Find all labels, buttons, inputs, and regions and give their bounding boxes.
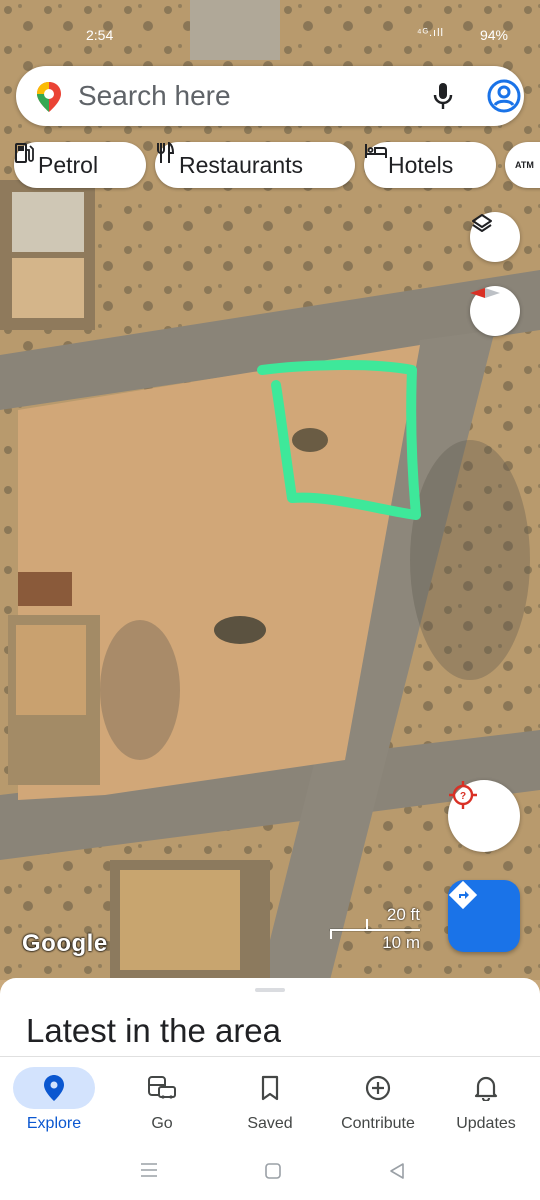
nav-label: Saved (247, 1115, 293, 1132)
svg-text:?: ? (460, 791, 466, 802)
signal-indicator: ⁴ᴳ.ıll (416, 27, 444, 39)
compass-button[interactable] (470, 286, 520, 336)
nav-saved[interactable]: Saved (216, 1057, 324, 1141)
my-location-button[interactable]: ? (448, 780, 520, 852)
nav-contribute[interactable]: Contribute (324, 1057, 432, 1141)
chip-hotels[interactable]: Hotels (364, 142, 496, 188)
nav-explore[interactable]: Explore (0, 1057, 108, 1141)
chip-label: Hotels (388, 151, 454, 178)
atm-icon: ATM (515, 160, 534, 170)
status-bar: 2:54 ⁴ᴳ.ıll 94% (0, 0, 540, 50)
nav-go[interactable]: Go (108, 1057, 216, 1141)
map-scale: 20 ft 10 m (330, 905, 422, 953)
back-icon[interactable] (388, 1162, 406, 1185)
scale-line (330, 929, 420, 931)
nav-updates[interactable]: Updates (432, 1057, 540, 1141)
chip-label: Restaurants (179, 151, 304, 178)
scale-meters: 10 m (382, 933, 420, 952)
commute-icon (108, 1075, 216, 1101)
search-bar[interactable]: Search here (16, 66, 524, 126)
bookmark-icon (216, 1075, 324, 1101)
system-navigation-bar (0, 1140, 540, 1200)
scale-tick (330, 929, 332, 939)
nav-label: Updates (456, 1115, 516, 1132)
chip-restaurants[interactable]: Restaurants (155, 142, 355, 188)
sheet-title: Latest in the area (26, 1012, 282, 1049)
battery-level: 94% (479, 27, 508, 43)
bell-icon (432, 1075, 540, 1101)
satellite-map[interactable]: 2:54 ⁴ᴳ.ıll 94% Search here Petrol Resta… (0, 0, 540, 980)
add-circle-icon (324, 1075, 432, 1101)
layers-button[interactable] (470, 212, 520, 262)
nav-label: Go (151, 1115, 173, 1132)
sheet-drag-handle[interactable] (255, 988, 285, 992)
scale-feet: 20 ft (386, 905, 420, 924)
bottom-sheet[interactable]: Latest in the area (0, 978, 540, 1058)
chip-petrol[interactable]: Petrol (14, 142, 146, 188)
nav-label: Contribute (341, 1115, 415, 1132)
search-placeholder[interactable]: Search here (78, 80, 231, 112)
chip-label: Petrol (38, 151, 99, 178)
scale-tick (366, 919, 368, 929)
recent-apps-icon[interactable] (140, 1162, 158, 1183)
bottom-navigation: Explore Go Saved Contribute Updates (0, 1056, 540, 1141)
google-attribution: Google (22, 930, 108, 957)
status-time: 2:54 (86, 27, 114, 43)
home-icon[interactable] (264, 1162, 282, 1185)
nav-label: Explore (26, 1115, 82, 1132)
explore-pin-icon (0, 1075, 108, 1101)
directions-button[interactable] (448, 880, 520, 952)
